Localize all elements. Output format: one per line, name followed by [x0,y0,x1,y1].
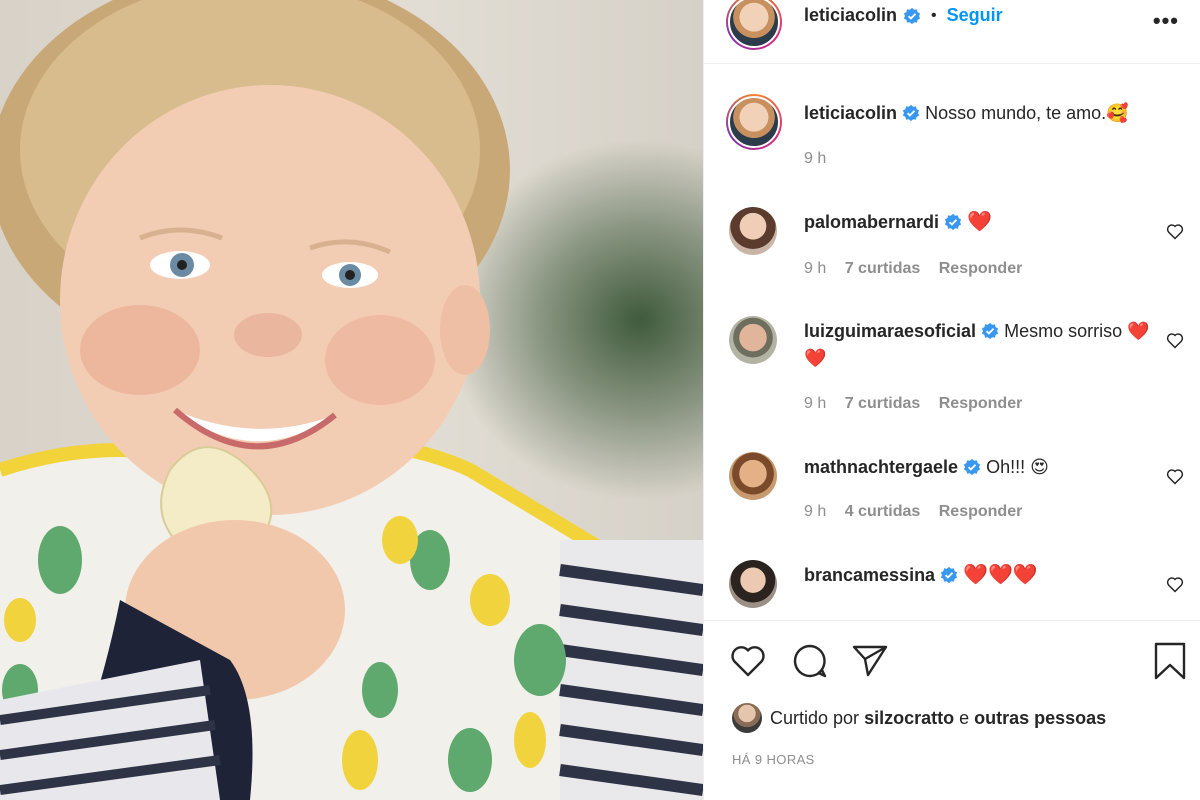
comment-meta: 9 h 7 curtidas Responder [804,395,1036,413]
save-bookmark-icon[interactable] [1150,641,1190,681]
like-comment-icon[interactable] [1165,330,1185,350]
liked-by-others[interactable]: outras pessoas [974,708,1106,729]
comment-username[interactable]: brancamessina [804,565,935,585]
comment-text-block: palomabernardi ❤️ [804,209,1164,236]
reply-button[interactable]: Responder [939,395,1023,412]
like-post-icon[interactable] [728,641,768,681]
verified-badge-icon [944,213,962,231]
caption-username[interactable]: leticiacolin [804,103,897,123]
comment-text: ❤️❤️❤️ [963,564,1038,586]
instagram-post-view: leticiacolin • Seguir ••• leticiacolin N… [0,0,1200,800]
reply-button[interactable]: Responder [939,503,1023,520]
comment-meta: 9 h 7 curtidas Responder [804,260,1036,278]
commenter-avatar[interactable] [729,316,777,364]
commenter-avatar[interactable] [729,452,777,500]
like-comment-icon[interactable] [1165,574,1185,594]
liked-by-joiner: e [959,707,970,728]
verified-badge-icon [902,104,920,122]
baby-photo-illustration [0,0,703,800]
reply-button[interactable]: Responder [939,260,1023,277]
post-timestamp[interactable]: HÁ 9 HORAS [732,752,815,767]
caption-emoji: 🥰 [1106,103,1129,123]
comment-time[interactable]: 9 h [804,503,826,520]
verified-badge-icon [963,458,981,476]
liker-username[interactable]: silzocratto [864,708,954,729]
caption-text: Nosso mundo, te amo. [925,103,1107,123]
comment-likes[interactable]: 7 curtidas [845,395,921,412]
liked-by-line: Curtido por silzocratto e outras pessoas [732,703,1106,733]
like-comment-icon[interactable] [1165,466,1185,486]
comment-likes[interactable]: 7 curtidas [845,260,921,277]
post-header: leticiacolin • Seguir ••• [704,0,1200,64]
share-icon[interactable] [850,641,890,681]
comment-text: Oh!!! 😍 [986,457,1049,477]
commenter-avatar[interactable] [729,207,777,255]
comment-username[interactable]: luizguimaraesoficial [804,321,976,341]
comment-text-block: luizguimaraesoficial Mesmo sorriso ❤️❤️ [804,318,1164,372]
comments-panel: leticiacolin • Seguir ••• leticiacolin N… [703,0,1200,800]
verified-badge-icon [903,7,921,24]
comment-text-block: brancamessina ❤️❤️❤️ [804,562,1164,589]
comment-meta: 9 h 4 curtidas Responder [804,503,1036,521]
caption-text-block: leticiacolin Nosso mundo, te amo.🥰 [804,100,1164,127]
comment-username[interactable]: mathnachtergaele [804,457,958,477]
author-avatar-image [728,0,780,48]
comment-time[interactable]: 9 h [804,395,826,412]
comment-time[interactable]: 9 h [804,260,826,277]
caption-author-avatar[interactable] [726,94,782,150]
caption-time[interactable]: 9 h [804,150,826,167]
comment-icon[interactable] [790,641,830,681]
verified-badge-icon [940,566,958,584]
follow-button[interactable]: Seguir [947,5,1003,26]
liked-by-prefix: Curtido por [770,707,860,728]
author-username[interactable]: leticiacolin [804,5,897,26]
header-separator: • [931,6,937,24]
commenter-avatar[interactable] [729,560,777,608]
like-comment-icon[interactable] [1165,221,1185,241]
more-options-icon[interactable]: ••• [1153,8,1179,34]
caption-meta: 9 h [804,150,840,168]
comment-username[interactable]: palomabernardi [804,212,939,232]
verified-badge-icon [981,322,999,340]
comment-text: ❤️ [967,211,992,233]
liker-avatar[interactable] [732,703,762,733]
comment-text-block: mathnachtergaele Oh!!! 😍 [804,454,1164,481]
author-avatar[interactable] [726,0,782,50]
caption-avatar-image [728,96,780,148]
post-photo[interactable] [0,0,703,800]
comment-likes[interactable]: 4 curtidas [845,503,921,520]
